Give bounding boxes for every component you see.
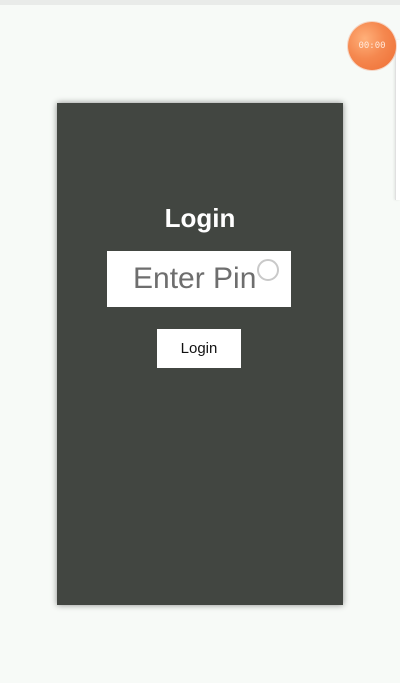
top-divider [0,0,400,5]
login-panel: Login Login [57,103,343,605]
side-edge-panel[interactable] [395,40,400,200]
timer-bubble-icon[interactable]: 00:00 [348,22,396,70]
timer-text: 00:00 [358,41,386,51]
touch-indicator-icon [257,259,279,281]
login-title: Login [164,203,236,233]
login-button[interactable]: Login [157,329,241,368]
